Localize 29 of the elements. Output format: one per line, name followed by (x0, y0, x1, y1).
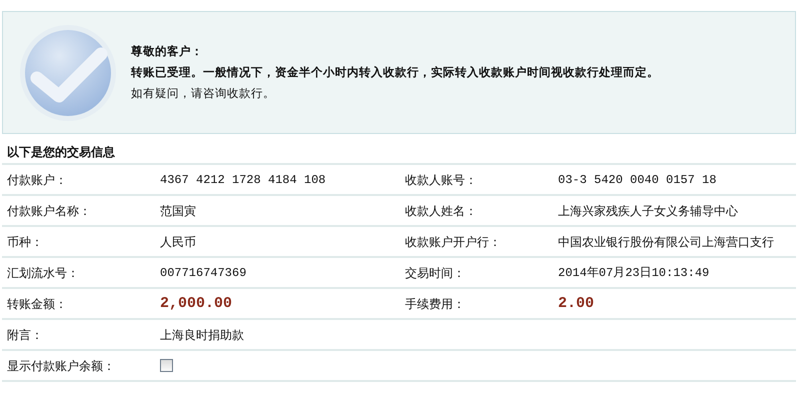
field-label: 收款人姓名： (405, 202, 477, 220)
field-label: 收款人账号： (405, 172, 477, 188)
field-label: 收款账户开户行： (405, 234, 501, 250)
notice-hint: 如有疑问，请咨询收款行。 (131, 86, 276, 101)
field-label: 汇划流水号： (7, 264, 79, 282)
amount-value: 2.00 (558, 294, 594, 314)
field-label: 付款账户： (7, 172, 67, 188)
field-label: 显示付款账户余额： (7, 358, 115, 374)
field-value: 03-3 5420 0040 0157 18 (558, 172, 716, 188)
field-label: 转账金额： (7, 296, 67, 312)
notice-message: 转账已受理。一般情况下，资金半个小时内转入收款行，实际转入收款账户时间视收款行处理而定。 (131, 65, 659, 80)
field-value: 人民币 (160, 234, 196, 250)
checkbox[interactable] (160, 359, 173, 372)
checkmark-icon (19, 24, 117, 122)
field-value: 2014年07月23日10:13:49 (558, 264, 710, 282)
greeting-text: 尊敬的客户： (131, 44, 204, 59)
amount-value: 2,000.00 (160, 294, 232, 314)
field-value: 范国寅 (160, 202, 196, 220)
field-label: 付款账户名称： (7, 202, 91, 220)
field-value: 4367 4212 1728 4184 108 (160, 172, 326, 188)
field-label: 手续费用： (405, 296, 465, 312)
field-label: 附言： (7, 326, 43, 344)
field-label: 币种： (7, 234, 43, 250)
field-value: 上海兴家残疾人子女义务辅导中心 (558, 202, 738, 220)
field-value: 007716747369 (160, 264, 246, 282)
field-value: 中国农业银行股份有限公司上海营口支行 (558, 234, 774, 250)
field-label: 交易时间： (405, 264, 465, 282)
section-title: 以下是您的交易信息 (7, 144, 115, 161)
field-value: 上海良时捐助款 (160, 326, 244, 344)
